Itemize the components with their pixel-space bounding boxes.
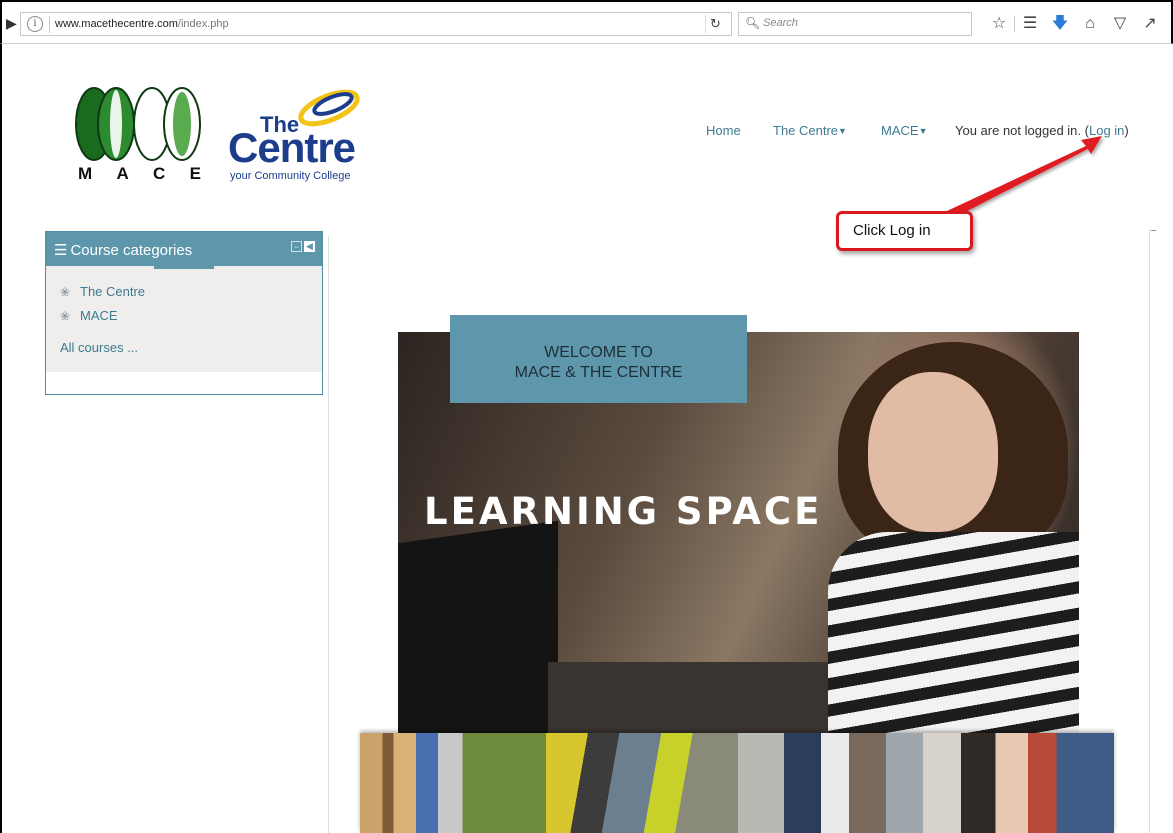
welcome-banner: WELCOME TO MACE & THE CENTRE xyxy=(450,315,747,403)
tools-icon[interactable]: ↗ xyxy=(1135,12,1165,36)
url-separator xyxy=(49,16,50,33)
strip-photo-1 xyxy=(360,733,546,833)
block-body: ❀ The Centre ❀ MACE All courses ... xyxy=(46,266,322,372)
url-path: /index.php xyxy=(177,18,229,30)
strip-photo-4 xyxy=(923,733,1114,833)
main-nav: Home The Centre▼ MACE▼ You are not logge… xyxy=(0,123,1173,141)
category-icon: ❀ xyxy=(60,285,71,299)
reload-icon[interactable]: ↻ xyxy=(705,15,725,33)
hero-title: LEARNING SPACE xyxy=(424,490,823,533)
back-icon[interactable]: ▶ xyxy=(6,12,18,34)
search-icon: 🔍︎ xyxy=(745,16,761,30)
centre-swoosh-icon xyxy=(298,89,360,127)
centre-sub: your Community College xyxy=(230,170,351,182)
category-item-mace[interactable]: ❀ MACE xyxy=(60,308,118,323)
info-icon[interactable]: i xyxy=(27,16,43,32)
mace-letter-m: M xyxy=(78,164,95,183)
login-info: You are not logged in. (Log in) xyxy=(955,123,1129,138)
hero-monitor-shape xyxy=(398,520,558,736)
browser-toolbar: ▶ i www.macethecentre.com/index.php ↻ 🔍︎… xyxy=(0,0,1173,44)
course-categories-block: ☰ Course categories − ◀ ❀ The Centre ❀ MACE… xyxy=(45,231,323,395)
category-label: The Centre xyxy=(80,284,146,299)
strip-photo-2 xyxy=(546,733,738,833)
category-item-the-centre[interactable]: ❀ The Centre xyxy=(60,284,145,299)
download-icon[interactable]: 🡇︎ xyxy=(1045,12,1075,36)
login-link[interactable]: Log in xyxy=(1089,123,1124,138)
welcome-line-1: WELCOME TO xyxy=(544,344,653,361)
search-placeholder: Search xyxy=(763,17,798,29)
mace-letter-c: C xyxy=(153,164,168,183)
mace-letters: M A C E xyxy=(78,164,203,184)
hero-shirt-shape xyxy=(828,532,1079,736)
region-divider-right xyxy=(1149,230,1150,833)
nav-the-centre[interactable]: The Centre▼ xyxy=(773,123,847,138)
nav-mace[interactable]: MACE▼ xyxy=(881,123,927,138)
url-text[interactable]: www.macethecentre.com/index.php xyxy=(55,16,229,32)
browser-search-input[interactable]: 🔍︎ Search xyxy=(738,12,972,36)
toolbar-icons: ☆ ☰ 🡇︎ ⌂ ▽ ↗ xyxy=(984,12,1165,36)
login-paren-close: ) xyxy=(1124,123,1129,138)
block-title-text: Course categories xyxy=(70,242,193,259)
reading-list-icon[interactable]: ☰ xyxy=(1015,12,1045,36)
caret-down-icon: ▼ xyxy=(918,126,928,136)
mace-letter-e: E xyxy=(189,164,203,183)
login-status: You are not logged in. xyxy=(955,123,1082,138)
address-bar[interactable]: i www.macethecentre.com/index.php ↻ xyxy=(20,12,732,36)
photo-strip xyxy=(360,733,1114,833)
strip-photo-3 xyxy=(738,733,923,833)
annotation-callout: Click Log in xyxy=(836,211,973,251)
hamburger-icon[interactable]: ☰ xyxy=(54,242,67,259)
nav-home[interactable]: Home xyxy=(706,123,741,138)
home-icon[interactable]: ⌂ xyxy=(1075,12,1105,36)
region-tick xyxy=(1151,230,1156,231)
category-label: MACE xyxy=(80,308,118,323)
caret-down-icon: ▼ xyxy=(838,126,847,136)
block-tab-indicator xyxy=(154,266,214,269)
all-courses-link[interactable]: All courses ... xyxy=(60,340,138,355)
dock-icon[interactable]: ◀ xyxy=(304,241,315,252)
block-header: ☰ Course categories − ◀ xyxy=(46,232,322,266)
region-divider-left xyxy=(328,236,329,833)
hero-face-shape xyxy=(868,372,998,532)
nav-the-centre-label: The Centre xyxy=(773,123,839,138)
nav-mace-label: MACE xyxy=(881,123,919,138)
url-domain: www.macethecentre.com xyxy=(55,18,178,30)
category-icon: ❀ xyxy=(60,309,71,323)
welcome-line-2: MACE & THE CENTRE xyxy=(514,364,683,381)
block-title: ☰ Course categories xyxy=(54,241,192,259)
mace-letter-a: A xyxy=(116,164,131,183)
star-icon[interactable]: ☆ xyxy=(984,12,1014,36)
collapse-icon[interactable]: − xyxy=(291,241,302,252)
pocket-icon[interactable]: ▽ xyxy=(1105,12,1135,36)
